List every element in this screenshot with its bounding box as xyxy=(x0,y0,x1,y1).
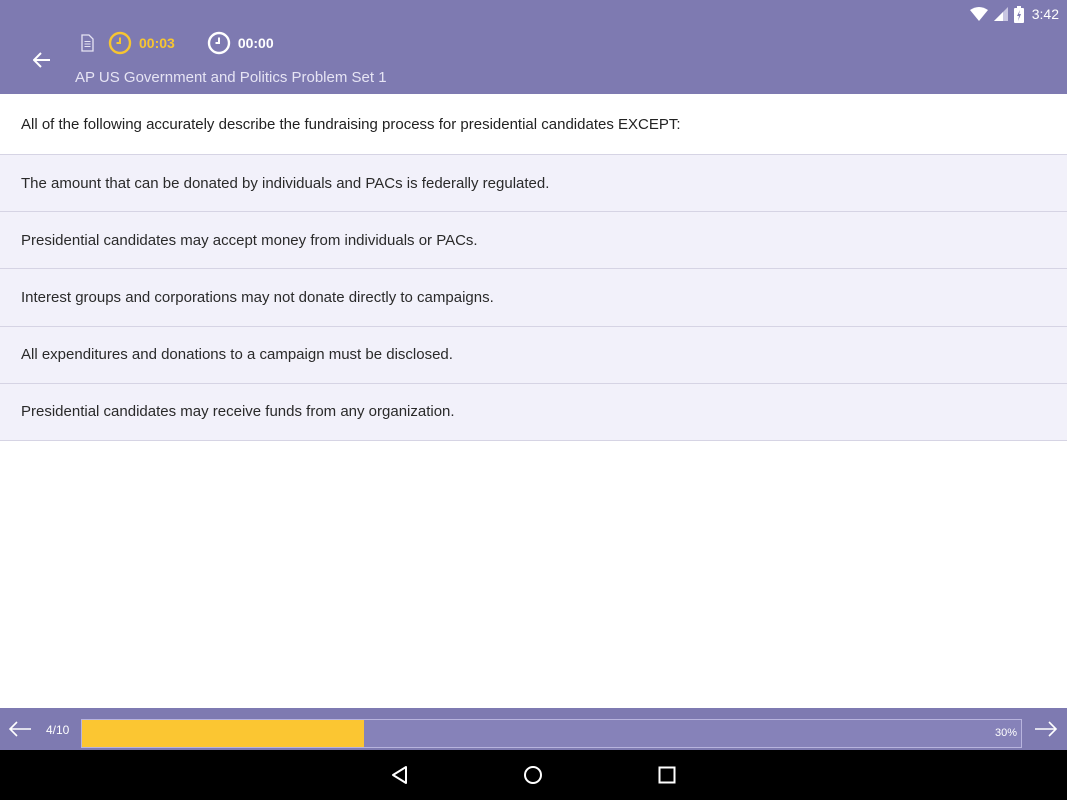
question-timer-value: 00:03 xyxy=(139,35,175,51)
total-timer: 00:00 xyxy=(207,31,274,55)
nav-home-button[interactable] xyxy=(523,765,543,785)
nav-back-button[interactable] xyxy=(390,765,410,785)
back-button[interactable] xyxy=(26,44,58,76)
nav-back-icon xyxy=(392,766,407,784)
back-arrow-icon xyxy=(33,52,50,68)
question-counter: 4/10 xyxy=(46,723,70,737)
next-question-button[interactable] xyxy=(1034,719,1058,739)
answer-list: The amount that can be donated by indivi… xyxy=(0,155,1067,441)
clock-icon xyxy=(207,31,231,55)
progress-track: 30% xyxy=(81,719,1022,748)
status-bar: 3:42 xyxy=(969,4,1059,24)
status-time: 3:42 xyxy=(1031,6,1059,22)
question-text: All of the following accurately describe… xyxy=(0,94,1067,155)
progress-fill xyxy=(82,720,364,747)
battery-icon xyxy=(1013,5,1024,23)
answer-option-c[interactable]: Interest groups and corporations may not… xyxy=(0,269,1067,327)
progress-percent: 30% xyxy=(994,727,1017,739)
nav-home-icon xyxy=(524,766,542,784)
signal-icon xyxy=(993,7,1008,21)
problem-set-title: AP US Government and Politics Problem Se… xyxy=(75,69,387,86)
question-timer: 00:03 xyxy=(108,31,175,55)
answer-option-d[interactable]: All expenditures and donations to a camp… xyxy=(0,326,1067,384)
clock-icon xyxy=(108,31,132,55)
timer-row: 00:03 00:00 xyxy=(78,30,274,56)
right-arrow-icon xyxy=(1035,721,1058,737)
wifi-icon xyxy=(969,7,988,21)
app-header: 3:42 00:03 00:00 AP US Government and Po… xyxy=(0,0,1067,94)
android-nav-bar xyxy=(0,750,1067,800)
left-arrow-icon xyxy=(8,721,31,737)
answer-option-e[interactable]: Presidential candidates may receive fund… xyxy=(0,383,1067,441)
total-timer-value: 00:00 xyxy=(237,35,274,51)
answer-option-b[interactable]: Presidential candidates may accept money… xyxy=(0,212,1067,270)
previous-question-button[interactable] xyxy=(8,719,32,739)
nav-recents-icon xyxy=(658,766,676,784)
answer-option-a[interactable]: The amount that can be donated by indivi… xyxy=(0,155,1067,213)
progress-bar-area: 4/10 30% xyxy=(0,708,1067,750)
document-icon[interactable] xyxy=(78,34,96,52)
nav-recents-button[interactable] xyxy=(657,765,677,785)
